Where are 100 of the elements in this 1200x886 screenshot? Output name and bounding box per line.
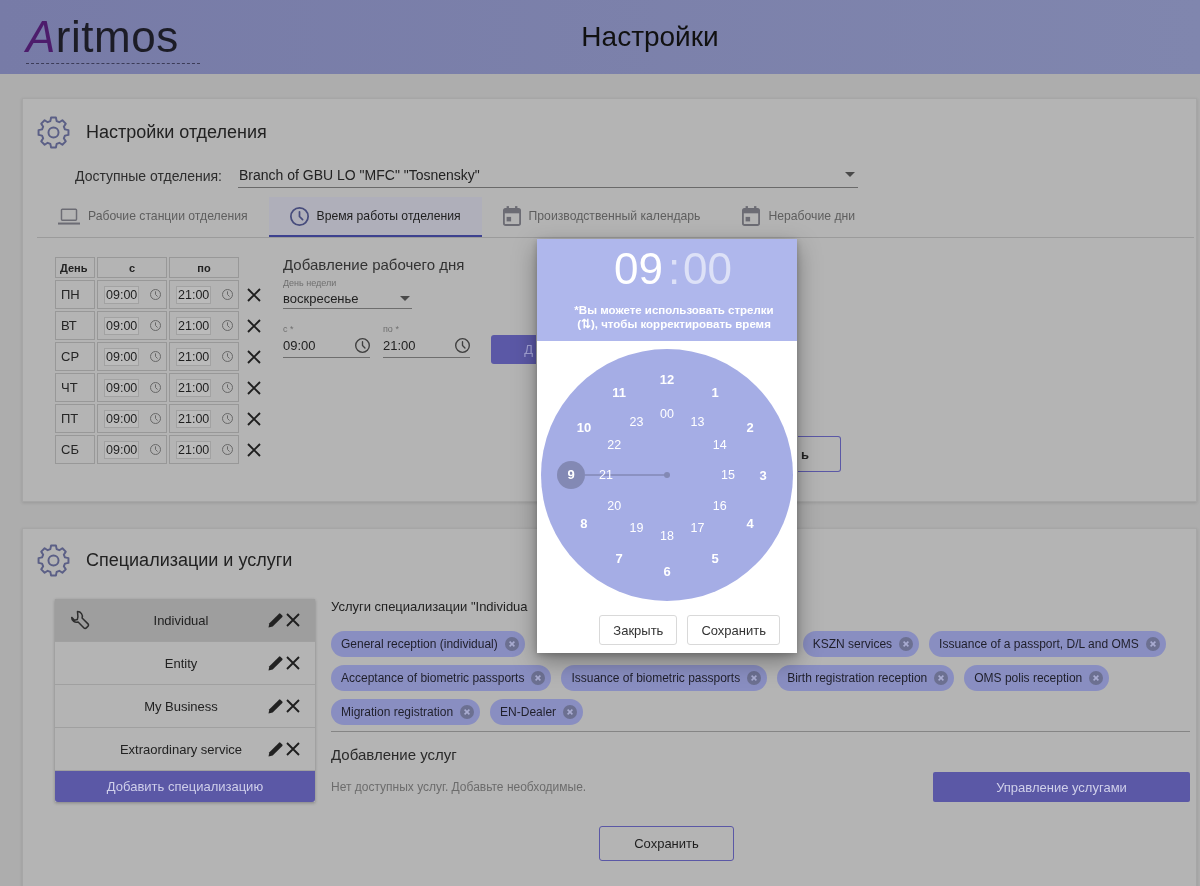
clock-icon[interactable] [222, 413, 234, 424]
clock-face[interactable]: 12 1 2 3 4 5 6 7 8 9 10 11 00 13 14 15 16 17 18 19 20 21 22 23 [541, 349, 793, 601]
clock-number[interactable]: 23 [629, 414, 644, 430]
clock-icon[interactable] [150, 351, 162, 362]
save-button[interactable]: Сохранить [687, 615, 780, 645]
time-separator: : [667, 245, 681, 293]
time-input[interactable]: 09:00 [104, 378, 140, 397]
branch-select[interactable]: Branch of GBU LO "MFC" "Tosnensky" [238, 164, 858, 188]
cross-circle-icon[interactable] [1089, 671, 1104, 685]
clock-number[interactable]: 20 [607, 498, 622, 513]
specialization-item[interactable]: Individual [55, 599, 315, 642]
cross-circle-icon[interactable] [531, 671, 546, 685]
close-button[interactable]: Закрыть [599, 615, 678, 645]
add-specialization-button[interactable]: Добавить специализацию [55, 771, 315, 802]
clock-number[interactable]: 21 [599, 467, 613, 483]
clock-number[interactable]: 12 [659, 371, 675, 387]
outlined-button[interactable]: ь [798, 436, 841, 472]
chip-label: Birth registration reception [787, 671, 928, 685]
clock-icon[interactable] [150, 413, 162, 424]
panel-title: Добавление рабочего дня [283, 257, 465, 273]
cross-icon[interactable] [247, 380, 261, 395]
logo: Aritmos [26, 12, 200, 64]
time-input[interactable]: 21:00 [176, 285, 212, 304]
specialization-item[interactable]: Extraordinary service [55, 728, 315, 771]
cross-circle-icon[interactable] [563, 705, 578, 719]
time-input[interactable]: 09:00 [104, 316, 140, 335]
clock-icon[interactable] [150, 320, 162, 331]
manage-services-button[interactable]: Управление услугами [933, 772, 1190, 802]
clock-number[interactable]: 14 [712, 437, 727, 452]
clock-number[interactable]: 7 [615, 550, 623, 566]
pencil-icon[interactable] [268, 741, 284, 757]
weekday-select[interactable]: День недели воскресенье [283, 278, 412, 309]
section-title: Настройки отделения [86, 121, 267, 143]
cross-circle-icon[interactable] [504, 637, 519, 651]
time-input[interactable]: 21:00 [176, 378, 212, 397]
tab[interactable]: Рабочие станции отделения [37, 197, 269, 237]
time-input[interactable]: 21:00 [176, 347, 212, 366]
specialization-item[interactable]: My Business [55, 685, 315, 728]
cross-circle-icon[interactable] [460, 705, 475, 719]
clock-number[interactable]: 11 [612, 384, 626, 400]
cross-icon[interactable] [247, 442, 261, 457]
time-input[interactable]: 09:00 [104, 285, 140, 304]
clock-icon[interactable] [150, 382, 162, 393]
cross-icon[interactable] [247, 318, 261, 333]
clock-icon[interactable] [222, 351, 234, 362]
time-input[interactable]: 09:00 [104, 440, 140, 459]
clock-number[interactable]: 19 [629, 520, 644, 536]
clock-icon[interactable] [150, 289, 162, 300]
clock-number[interactable]: 15 [721, 467, 735, 483]
time-input[interactable]: 09:00 [104, 409, 140, 428]
clock-number[interactable]: 8 [580, 515, 588, 531]
cross-icon[interactable] [247, 349, 261, 364]
clock-icon[interactable] [222, 289, 234, 300]
clock-number[interactable]: 16 [712, 498, 727, 513]
save-button[interactable]: Сохранить [599, 826, 734, 861]
pencil-icon[interactable] [268, 612, 284, 628]
cross-icon[interactable] [286, 613, 300, 627]
clock-icon[interactable] [222, 444, 234, 455]
time-input[interactable]: 09:00 [104, 347, 140, 366]
cross-circle-icon[interactable] [1145, 637, 1160, 651]
tab[interactable]: Производственный календарь [481, 197, 722, 237]
cross-circle-icon[interactable] [934, 671, 949, 685]
clock-number[interactable]: 3 [759, 467, 767, 483]
clock-number[interactable]: 22 [607, 437, 622, 452]
empty-note: Нет доступных услуг. Добавьте необходимые. [331, 780, 587, 794]
clock-icon[interactable] [455, 338, 470, 353]
time-field[interactable]: по * 21:00 [383, 324, 470, 358]
pencil-icon[interactable] [268, 655, 284, 671]
clock-number[interactable]: 10 [576, 419, 592, 435]
clock-number[interactable]: 2 [746, 419, 754, 435]
cross-icon[interactable] [247, 411, 261, 426]
clock-icon[interactable] [222, 382, 234, 393]
clock-icon[interactable] [150, 444, 162, 455]
cross-icon[interactable] [286, 699, 300, 713]
clock-number[interactable]: 5 [711, 550, 719, 566]
clock-number[interactable]: 1 [711, 384, 719, 400]
cross-icon[interactable] [286, 656, 300, 670]
add-day-button[interactable]: Д [491, 335, 536, 364]
clock-icon[interactable] [355, 338, 370, 353]
specialization-item[interactable]: Entity [55, 642, 315, 685]
clock-hand[interactable] [582, 472, 670, 478]
tab[interactable]: Время работы отделения [268, 197, 482, 237]
hours-display[interactable]: 09 [613, 245, 663, 293]
clock-number[interactable]: 13 [690, 414, 705, 430]
pencil-icon[interactable] [268, 698, 284, 714]
cross-circle-icon[interactable] [899, 637, 914, 651]
clock-number[interactable]: 6 [663, 563, 671, 579]
cross-icon[interactable] [247, 287, 261, 302]
clock-number[interactable]: 17 [690, 520, 705, 536]
tab[interactable]: Нерабочие дни [721, 197, 877, 237]
clock-number[interactable]: 00 [660, 406, 674, 422]
clock-number[interactable]: 18 [660, 528, 674, 544]
time-input[interactable]: 21:00 [176, 409, 212, 428]
clock-number[interactable]: 4 [746, 515, 754, 531]
cross-icon[interactable] [286, 742, 300, 756]
clock-icon[interactable] [222, 320, 234, 331]
time-input[interactable]: 21:00 [176, 440, 212, 459]
clock-number[interactable]: 9 [557, 461, 585, 489]
time-input[interactable]: 21:00 [176, 316, 212, 335]
cross-circle-icon[interactable] [747, 671, 762, 685]
